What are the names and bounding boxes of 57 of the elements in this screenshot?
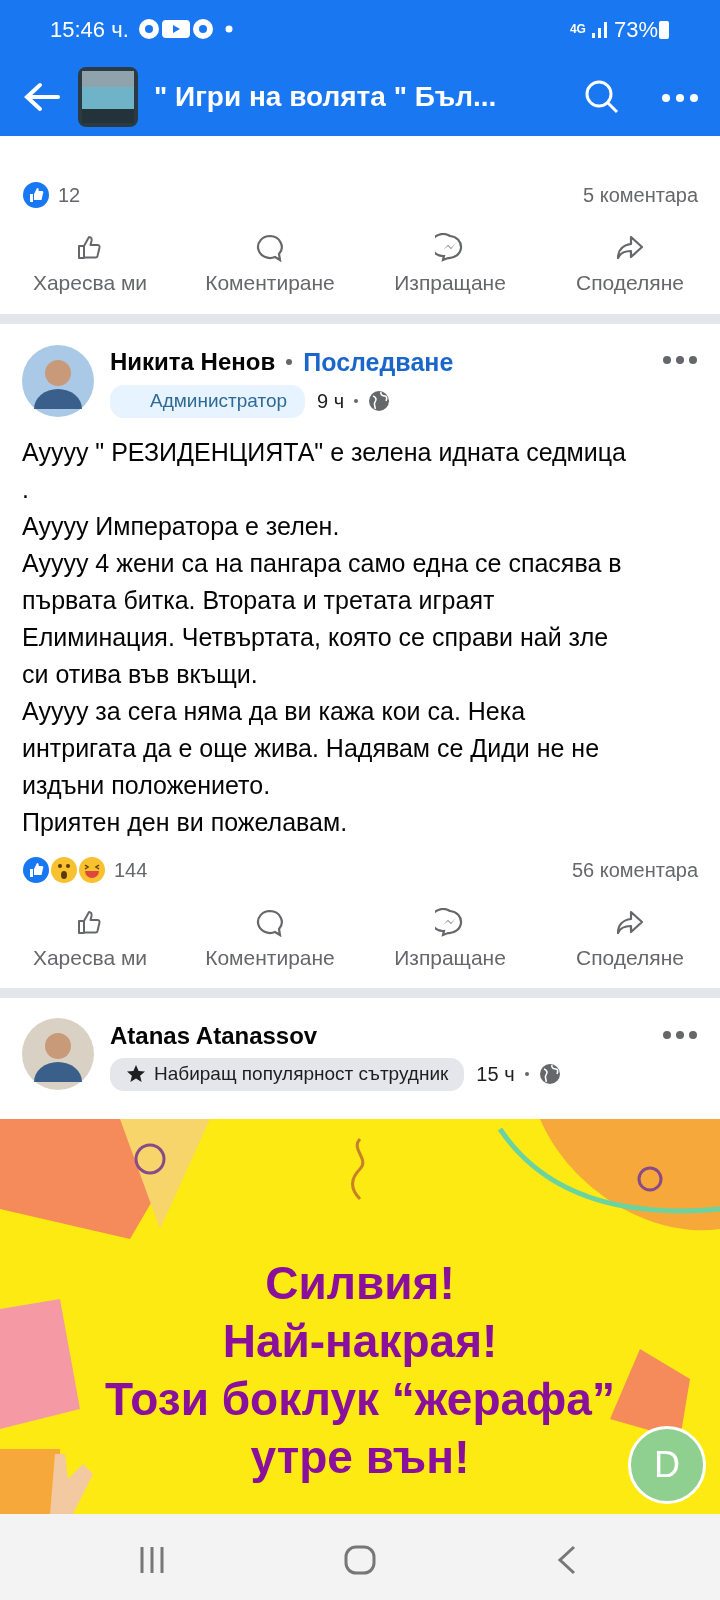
post-time: 15 ч [476,1062,515,1088]
image-caption: Силвия! [265,1255,455,1311]
like-icon [22,181,50,209]
post-action-button[interactable]: Споделяне [540,232,720,300]
chrome-icon [190,17,215,41]
post-text: Ауууу за сега няма да ви кажа кои са. Нека интригата да е още жива. Надявам се Диди не не издъни положението. [22,695,601,801]
star-icon [126,1064,146,1085]
post-text: Приятен ден ви пожелавам. [22,806,349,838]
messenger-icon [435,907,465,938]
network-label: 4G [569,21,586,38]
dot-icon [522,1070,531,1079]
post-time: 9 ч [317,389,345,415]
group-title: " Игри на волята " Бъл... [154,80,498,114]
follow-link[interactable]: Последване [303,343,454,381]
like-icon [22,855,50,884]
image-caption: Този боклук “жерафа” [105,1371,615,1427]
post-action-button[interactable]: Споделяне [540,906,720,974]
search-button[interactable] [584,79,620,115]
play-icon [160,17,191,41]
post-text: Ауууу 4 жени са на пангара само една се спасява в първата битка. Втората и третата играят Елиминация. Четвъртата, която се справи най зле си отива във вкъщи. [22,547,623,690]
chrome-icon [136,17,161,41]
more-icon [660,91,700,104]
image-caption: Най-накрая! [222,1313,498,1369]
back-button[interactable] [22,82,62,112]
post-action-button[interactable]: Харесва ми [0,232,180,300]
author-name: Atanas Atanassov [110,1021,318,1051]
post-text: Ауууу Императора е зелен. [22,510,341,542]
dot-icon [352,397,361,406]
reaction-count: 12 [58,183,82,208]
reaction-count: 144 [114,857,149,883]
messenger-icon [435,233,465,263]
post-action-button[interactable]: Изпращане [360,906,540,974]
haha-icon [78,855,106,884]
post-action-button[interactable]: Харесва ми [0,906,180,974]
post-text: Ауууу " РЕЗИДЕНЦИЯТА" е зелена идната седмица . [22,436,627,505]
comments-link[interactable]: 5 коментара [583,180,698,210]
comments-link[interactable]: 56 коментара [571,854,698,885]
image-caption: утре вън! [250,1429,470,1485]
back-arrow-icon [22,82,62,112]
role-badge: Набиращ популярност сътрудник [110,1058,465,1091]
battery-icon [658,18,670,40]
post-action-button[interactable]: Коментиране [180,906,360,974]
post-action-button[interactable]: Изпращане [360,232,540,300]
role-badge: Администратор [110,385,306,418]
battery-percent: 73% [613,15,658,44]
globe-icon [368,390,391,413]
dot-icon [224,25,233,33]
author-name: Никита Ненов [110,347,276,378]
post-action-button[interactable]: Коментиране [180,232,360,300]
wow-icon [50,855,78,884]
status-time: 15:46 ч. [50,15,129,44]
more-icon [662,1029,698,1040]
comment-icon [255,907,285,938]
globe-icon [538,1063,561,1086]
comment-icon [255,233,285,263]
more-icon [662,355,698,366]
search-icon [584,79,620,115]
